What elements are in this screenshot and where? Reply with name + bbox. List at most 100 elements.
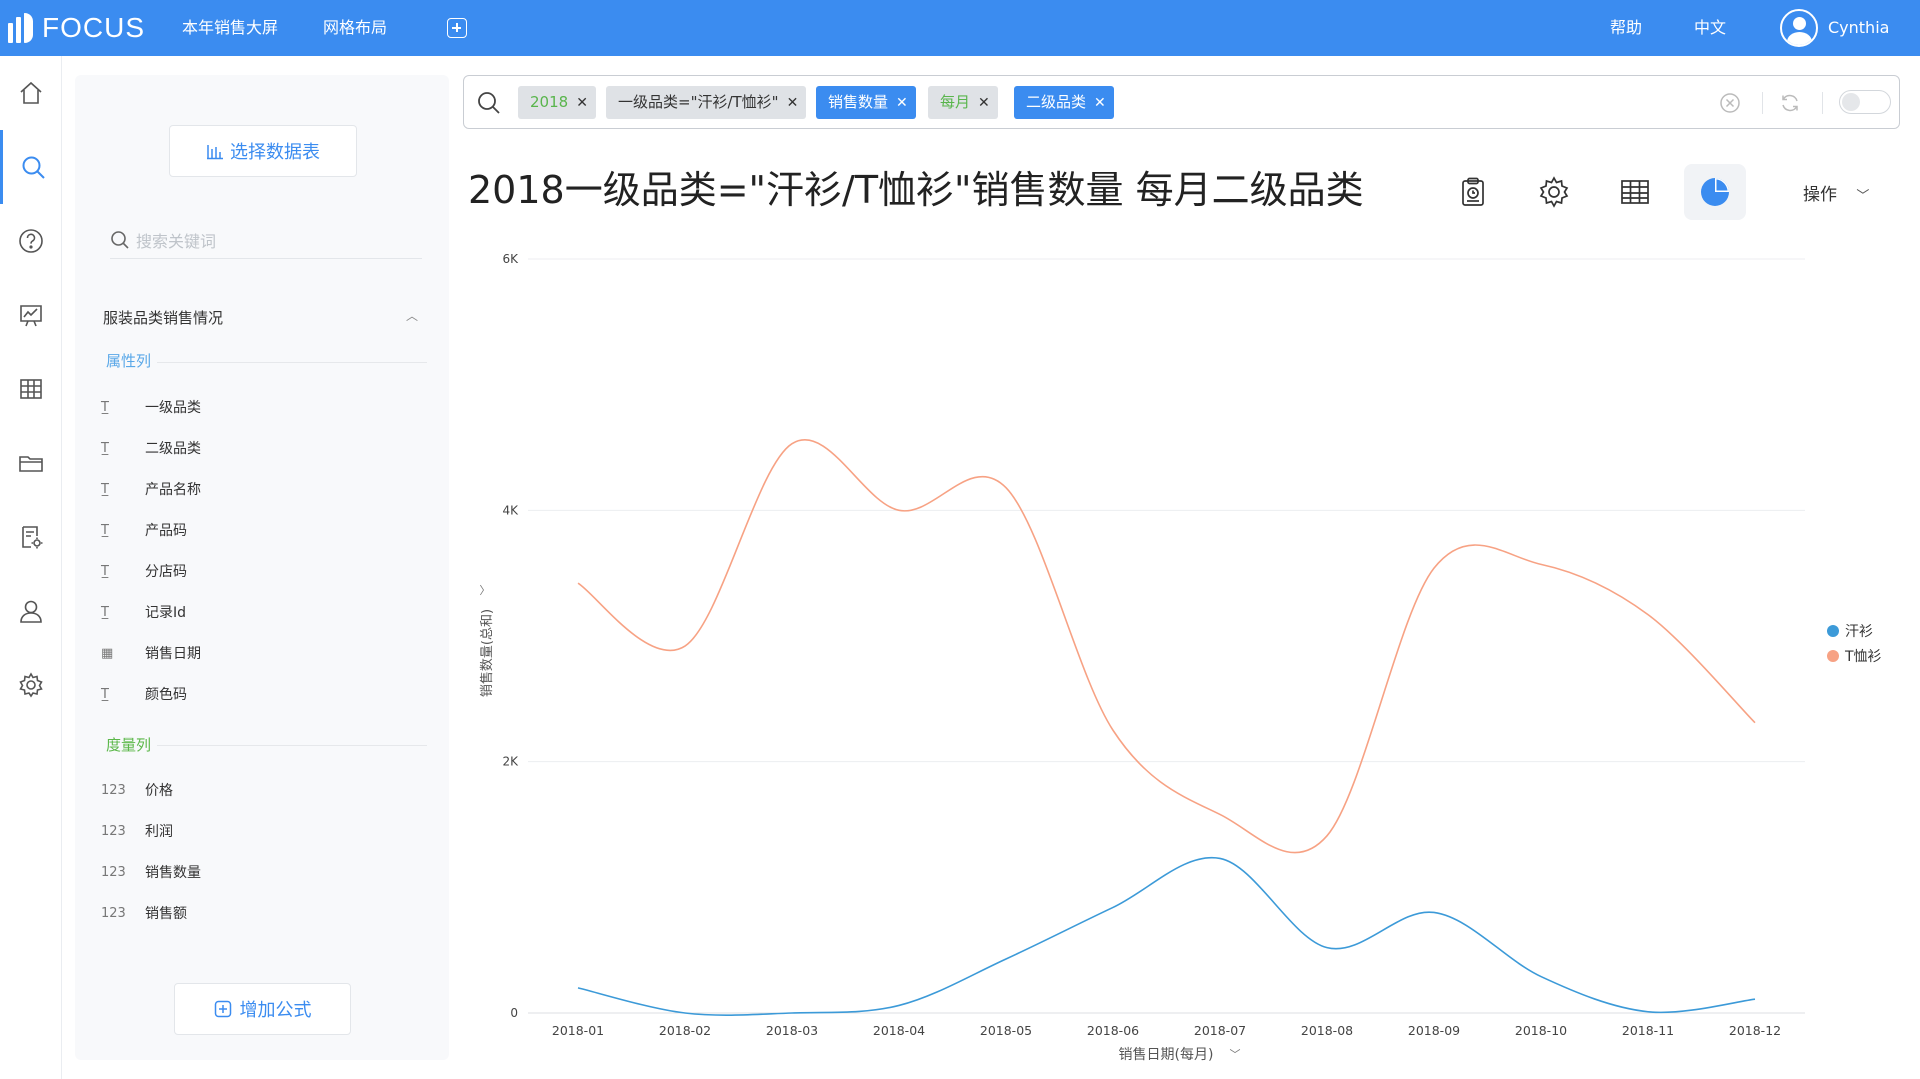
legend-label: 汗衫 (1845, 624, 1873, 640)
chevron-up-icon: ﹀ (479, 585, 492, 596)
close-icon[interactable]: ✕ (787, 95, 799, 111)
gear-icon[interactable] (0, 648, 62, 722)
search-tag[interactable]: 一级品类="汗衫/T恤衫" ✕ (606, 86, 807, 119)
chevron-up-icon[interactable]: ︿ (406, 307, 418, 324)
text-type-icon: T̲ (101, 440, 109, 456)
calendar-icon: ▦ (101, 645, 114, 661)
data-point (1753, 997, 1757, 1001)
search-placeholder: 搜索关键词 (136, 231, 217, 251)
attribute-field[interactable]: T̲ 二级品类 (101, 437, 201, 459)
refresh-icon[interactable] (1779, 92, 1801, 114)
x-tick-label: 2018-02 (659, 1023, 711, 1038)
y-tick-label: 0 (510, 1006, 518, 1020)
number-type-icon: 123 (101, 823, 126, 839)
number-type-icon: 123 (101, 905, 126, 921)
table-group-title[interactable]: 服装品类销售情况 (103, 307, 223, 328)
nav-grid-layout[interactable]: 网格布局 (323, 18, 387, 38)
attribute-label: 一级品类 (145, 400, 201, 416)
data-point (683, 1011, 687, 1015)
x-tick-label: 2018-08 (1301, 1023, 1353, 1038)
data-point (1432, 910, 1436, 914)
search-tag[interactable]: 每月 ✕ (928, 86, 998, 119)
top-bar: FOCUS 本年销售大屏 网格布局 帮助 中文 Cynthia (0, 0, 1920, 56)
help-link[interactable]: 帮助 (1610, 18, 1642, 38)
data-point (683, 644, 687, 648)
data-point (576, 986, 580, 990)
avatar[interactable] (1780, 9, 1818, 47)
language-switch[interactable]: 中文 (1694, 18, 1726, 38)
pie-chart-icon[interactable] (1684, 164, 1746, 220)
attribute-field[interactable]: T̲ 产品名称 (101, 478, 201, 500)
search-tag[interactable]: 销售数量 ✕ (816, 86, 916, 119)
number-type-icon: 123 (101, 782, 126, 798)
attribute-field[interactable]: ▦ 销售日期 (101, 642, 201, 664)
search-icon[interactable] (0, 130, 62, 204)
app-logo[interactable]: FOCUS (8, 12, 145, 44)
table-icon[interactable] (0, 352, 62, 426)
data-point (1539, 562, 1543, 566)
clear-icon[interactable] (1719, 92, 1741, 114)
measure-field[interactable]: 123 销售数量 (101, 861, 201, 883)
attribute-label: 产品名称 (145, 482, 201, 498)
user-icon[interactable] (0, 574, 62, 648)
table-view-icon[interactable] (1604, 164, 1666, 220)
close-icon[interactable]: ✕ (576, 95, 588, 111)
close-icon[interactable]: ✕ (1094, 95, 1106, 111)
data-point (1111, 728, 1115, 732)
attribute-field[interactable]: T̲ 一级品类 (101, 396, 201, 418)
attribute-label: 二级品类 (145, 441, 201, 457)
y-tick-label: 6K (502, 252, 519, 266)
search-tag[interactable]: 二级品类 ✕ (1014, 86, 1114, 119)
y-axis-title: 销售数量(总和) (479, 609, 495, 697)
data-settings-icon[interactable] (0, 500, 62, 574)
add-tab-icon[interactable] (447, 18, 467, 38)
add-formula-button[interactable]: 增加公式 (174, 983, 351, 1035)
measure-field[interactable]: 123 利润 (101, 820, 173, 842)
mode-toggle[interactable] (1839, 90, 1891, 114)
close-icon[interactable]: ✕ (978, 95, 990, 111)
search-tag-label: 每月 (940, 93, 971, 111)
text-type-icon: T̲ (101, 399, 109, 415)
legend-marker (1827, 650, 1839, 662)
attribute-field[interactable]: T̲ 记录Id (101, 601, 186, 623)
home-icon[interactable] (0, 56, 62, 130)
user-name[interactable]: Cynthia (1828, 18, 1889, 38)
help-icon[interactable] (0, 204, 62, 278)
measure-label: 价格 (145, 783, 173, 799)
operations-label: 操作 (1803, 185, 1837, 205)
data-point (897, 1003, 901, 1007)
measure-field[interactable]: 123 销售额 (101, 902, 187, 924)
measure-label: 利润 (145, 824, 173, 840)
data-point (1218, 856, 1222, 860)
keyword-search-input[interactable]: 搜索关键词 (110, 221, 422, 259)
attribute-label: 销售日期 (145, 646, 201, 662)
data-point (1753, 721, 1757, 725)
data-point (1218, 812, 1222, 816)
chevron-down-icon: ﹀ (1230, 1048, 1241, 1061)
clipboard-icon[interactable] (1442, 164, 1504, 220)
attribute-label: 颜色码 (145, 687, 187, 703)
left-nav-rail (0, 56, 62, 1079)
data-point (1539, 975, 1543, 979)
x-tick-label: 2018-05 (980, 1023, 1032, 1038)
attribute-field[interactable]: T̲ 分店码 (101, 560, 187, 582)
attribute-field[interactable]: T̲ 产品码 (101, 519, 187, 541)
search-bar[interactable]: 2018 ✕ 一级品类="汗衫/T恤衫" ✕ 销售数量 ✕ 每月 ✕ 二级品类 ✕ (463, 75, 1900, 129)
attribute-section-title: 属性列 (106, 352, 152, 370)
close-icon[interactable]: ✕ (896, 95, 908, 111)
divider (157, 745, 427, 746)
x-tick-label: 2018-04 (873, 1023, 925, 1038)
measure-field[interactable]: 123 价格 (101, 779, 173, 801)
text-type-icon: T̲ (101, 686, 109, 702)
series-line (577, 439, 1756, 854)
board-icon[interactable] (0, 278, 62, 352)
settings-icon[interactable] (1523, 164, 1585, 220)
select-table-button[interactable]: 选择数据表 (169, 125, 357, 177)
operations-menu[interactable]: 操作 ﹀ (1803, 180, 1869, 205)
attribute-field[interactable]: T̲ 颜色码 (101, 683, 187, 705)
x-tick-label: 2018-01 (552, 1023, 604, 1038)
x-tick-label: 2018-11 (1622, 1023, 1674, 1038)
nav-sales-dashboard[interactable]: 本年销售大屏 (182, 18, 278, 38)
folder-icon[interactable] (0, 426, 62, 500)
search-tag[interactable]: 2018 ✕ (518, 86, 596, 119)
